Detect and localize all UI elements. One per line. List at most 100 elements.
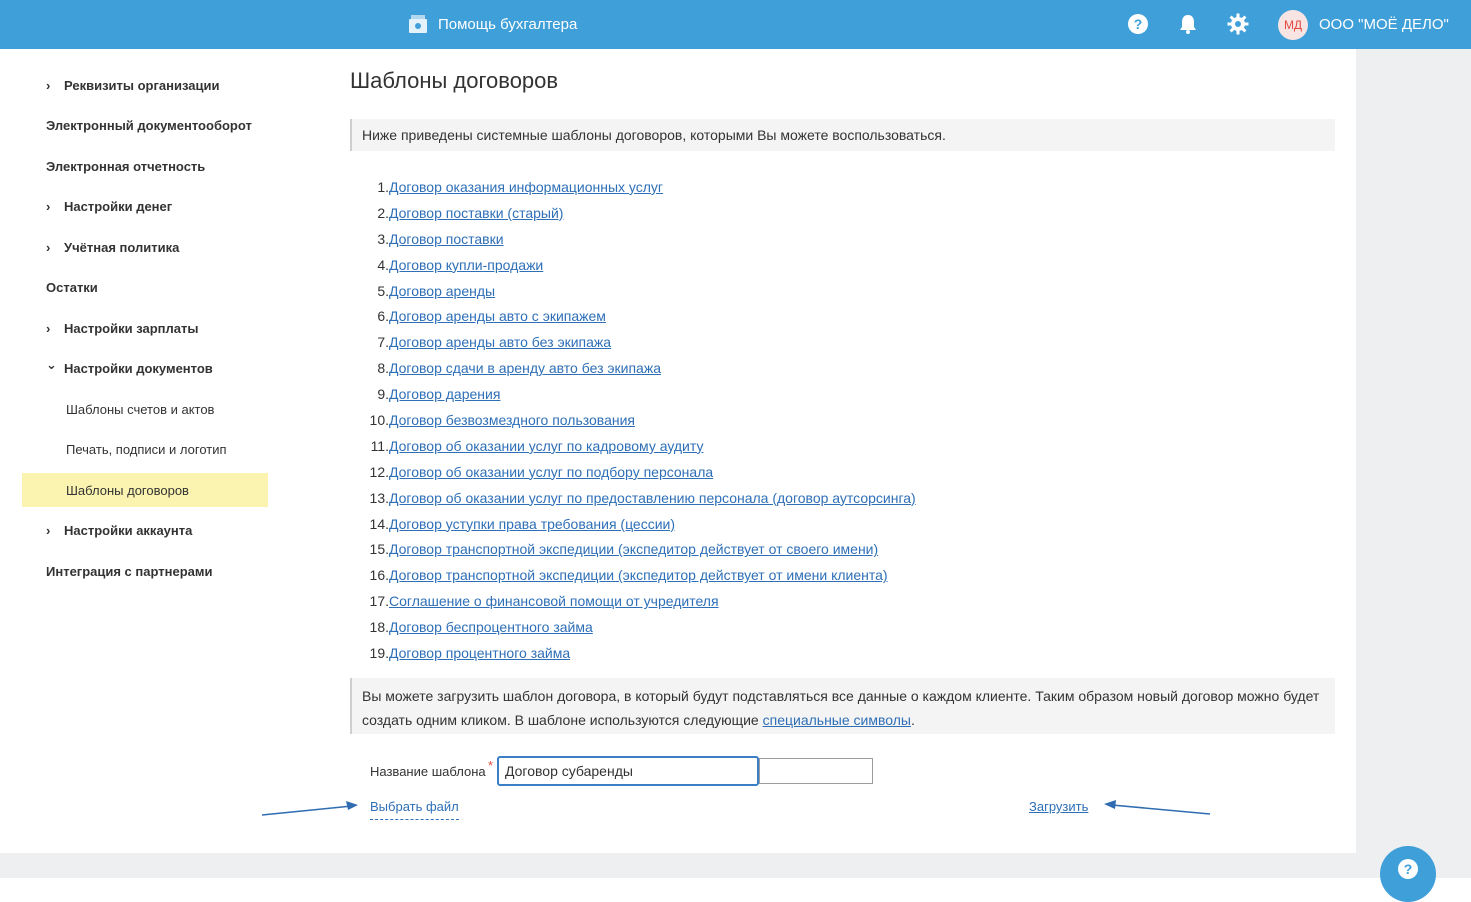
contract-template-link[interactable]: Договор об оказании услуг по подбору пер… <box>389 464 713 480</box>
accountant-help-link[interactable]: Помощь бухгалтера <box>407 12 577 36</box>
contract-list-item: 17. Соглашение о финансовой помощи от учр… <box>360 588 916 614</box>
sidebar-item-5[interactable]: Остатки <box>22 271 268 305</box>
contract-number: 10. <box>369 411 389 428</box>
contract-number: 3. <box>377 230 389 247</box>
contract-template-link[interactable]: Договор аренды <box>389 283 495 299</box>
question-circle-icon[interactable]: ? <box>1127 13 1149 35</box>
contract-list-item: 6. Договор аренды авто с экипажем <box>360 303 916 329</box>
contract-template-link[interactable]: Договор об оказании услуг по кадровому а… <box>389 438 703 454</box>
contract-template-link[interactable]: Договор аренды авто с экипажем <box>389 308 606 324</box>
intro-text: Ниже приведены системные шаблоны договор… <box>362 127 946 143</box>
sidebar-group-6[interactable]: › Настройки зарплаты <box>22 311 268 345</box>
contract-template-link[interactable]: Договор аренды авто без экипажа <box>389 334 611 350</box>
sidebar-item-1[interactable]: Электронный документооборот <box>22 109 268 143</box>
contract-list-item: 16. Договор транспортной экспедиции (эксп… <box>360 562 916 588</box>
special-symbols-link[interactable]: специальные символы <box>763 712 911 728</box>
contract-template-link[interactable]: Договор транспортной экспедиции (экспеди… <box>389 541 878 557</box>
gear-icon[interactable] <box>1227 13 1249 35</box>
sidebar-item-label: Настройки документов <box>64 361 213 376</box>
sidebar-group-4[interactable]: › Учётная политика <box>22 230 268 264</box>
contract-number: 14. <box>369 515 389 532</box>
template-name-input[interactable] <box>497 756 759 786</box>
contract-number: 1. <box>377 178 389 195</box>
contract-number: 13. <box>369 489 389 506</box>
contract-list-item: 7. Договор аренды авто без экипажа <box>360 329 916 355</box>
contract-template-link[interactable]: Договор оказания информационных услуг <box>389 179 663 195</box>
sidebar-item-12[interactable]: Интеграция с партнерами <box>22 554 268 588</box>
contract-list-item: 5. Договор аренды <box>360 278 916 304</box>
contract-template-link[interactable]: Договор уступки права требования (цессии… <box>389 516 675 532</box>
sidebar-item-label: Интеграция с партнерами <box>46 563 213 579</box>
contract-list-item: 18. Договор беспроцентного займа <box>360 614 916 640</box>
template-name-label: Название шаблона <box>370 764 486 779</box>
contract-number: 9. <box>377 386 389 403</box>
sidebar-item-label: Настройки денег <box>64 199 173 214</box>
avatar[interactable]: МД <box>1278 10 1308 40</box>
sidebar-group-7[interactable]: ⌄ Настройки документов <box>22 352 268 386</box>
page-title: Шаблоны договоров <box>350 68 559 93</box>
settings-sidebar: › Реквизиты организации Электронный докуме… <box>22 68 268 595</box>
sidebar-group-0[interactable]: › Реквизиты организации <box>22 68 268 102</box>
contract-list-item: 8. Договор сдачи в аренду авто без экипаж… <box>360 355 916 381</box>
contract-list-item: 2. Договор поставки (старый) <box>360 200 916 226</box>
upload-button[interactable]: Загрузить <box>1029 799 1088 814</box>
contract-number: 2. <box>377 204 389 221</box>
top-header: Помощь бухгалтера ? МД ООО "МОЁ ДЕЛО" <box>0 0 1471 49</box>
sidebar-item-label: Остатки <box>46 280 98 295</box>
contract-number: 11. <box>370 437 389 454</box>
contract-template-link[interactable]: Договор дарения <box>389 386 500 402</box>
sidebar-group-11[interactable]: › Настройки аккаунта <box>22 514 268 548</box>
contract-template-link[interactable]: Договор купли-продажи <box>389 257 543 273</box>
contract-number: 19. <box>369 644 389 661</box>
help-chat-button[interactable]: ? <box>1380 846 1436 902</box>
sidebar-item-label: Электронная отчетность <box>46 158 206 174</box>
svg-text:?: ? <box>1134 16 1143 32</box>
bell-icon[interactable] <box>1177 13 1199 35</box>
contract-list-item: 9. Договор дарения <box>360 381 916 407</box>
contract-list-item: 19. Договор процентного займа <box>360 640 916 666</box>
upload-info-box: Вы можете загрузить шаблон договора, в к… <box>350 678 1335 734</box>
contract-template-link[interactable]: Соглашение о финансовой помощи от учреди… <box>389 593 719 609</box>
contract-number: 15. <box>369 541 389 558</box>
contract-list-item: 3. Договор поставки <box>360 226 916 252</box>
contract-number: 4. <box>377 256 389 273</box>
chevron-down-icon: ⌄ <box>46 356 57 372</box>
upload-info-end: . <box>910 712 915 728</box>
contract-template-link[interactable]: Договор безвозмездного пользования <box>389 412 635 428</box>
sidebar-item-label: Настройки зарплаты <box>64 320 199 336</box>
sidebar-subitem-8[interactable]: Шаблоны счетов и актов <box>22 392 268 426</box>
sidebar-subitem-10[interactable]: Шаблоны договоров <box>22 473 268 507</box>
chevron-right-icon: › <box>46 199 51 214</box>
contract-number: 7. <box>377 334 389 351</box>
chevron-right-icon: › <box>46 77 51 93</box>
contract-list-item: 4. Договор купли-продажи <box>360 252 916 278</box>
choose-file-button[interactable]: Выбрать файл <box>370 799 459 820</box>
intro-info-box: Ниже приведены системные шаблоны договор… <box>350 119 1335 151</box>
sidebar-item-label: Реквизиты организации <box>64 77 220 93</box>
sidebar-item-2[interactable]: Электронная отчетность <box>22 149 268 183</box>
arrow-annotation-icon <box>261 801 358 816</box>
contract-list-item: 10. Договор безвозмездного пользования <box>360 407 916 433</box>
chevron-right-icon: › <box>46 523 51 538</box>
contract-number: 12. <box>369 463 389 480</box>
contract-list-item: 1. Договор оказания информационных услуг <box>360 174 916 200</box>
chevron-right-icon: › <box>46 239 51 255</box>
required-mark: * <box>488 758 494 773</box>
contract-template-link[interactable]: Договор поставки (старый) <box>389 205 563 221</box>
template-file-field[interactable] <box>759 758 873 784</box>
sidebar-group-3[interactable]: › Настройки денег <box>22 190 268 224</box>
contract-number: 6. <box>377 308 389 325</box>
contract-template-link[interactable]: Договор процентного займа <box>389 645 570 661</box>
contract-template-link[interactable]: Договор об оказании услуг по предоставле… <box>389 490 916 506</box>
contract-template-link[interactable]: Договор транспортной экспедиции (экспеди… <box>389 567 888 583</box>
sidebar-item-label: Электронный документооборот <box>46 118 252 133</box>
contract-template-link[interactable]: Договор поставки <box>389 231 504 247</box>
contract-template-link[interactable]: Договор сдачи в аренду авто без экипажа <box>389 360 661 376</box>
question-circle-icon: ? <box>1398 859 1418 879</box>
contract-template-link[interactable]: Договор беспроцентного займа <box>389 619 593 635</box>
sidebar-subitem-9[interactable]: Печать, подписи и логотип <box>22 433 268 467</box>
contract-list-item: 15. Договор транспортной экспедиции (эксп… <box>360 536 916 562</box>
svg-text:?: ? <box>1404 861 1413 877</box>
organization-name[interactable]: ООО "МОЁ ДЕЛО" <box>1319 16 1449 33</box>
contract-number: 5. <box>377 282 389 299</box>
